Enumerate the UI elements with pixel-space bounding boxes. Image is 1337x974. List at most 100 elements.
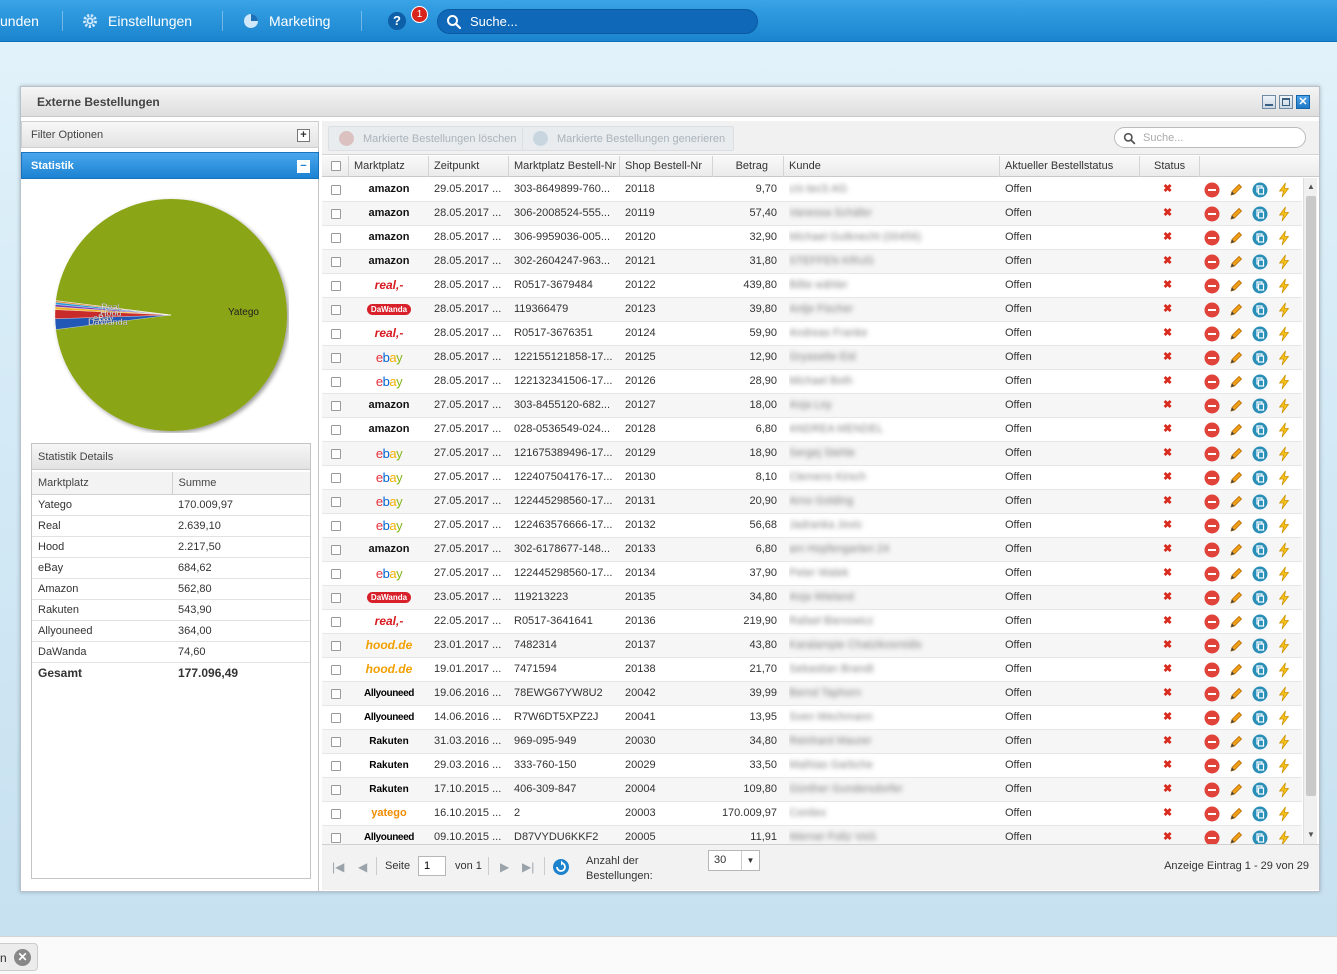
table-row[interactable]: ebay 28.05.2017 ... 122155121858-17... 2012… [322,346,1302,370]
edit-pencil-icon[interactable] [1228,638,1244,654]
copy-order-icon[interactable] [1252,542,1268,558]
delete-order-icon[interactable] [1204,206,1220,222]
copy-order-icon[interactable] [1252,422,1268,438]
copy-order-icon[interactable] [1252,302,1268,318]
edit-pencil-icon[interactable] [1228,590,1244,606]
row-checkbox[interactable] [331,713,341,723]
table-row[interactable]: amazon 27.05.2017 ... 303-8455120-682... 20… [322,394,1302,418]
copy-order-icon[interactable] [1252,806,1268,822]
nav-item-kunden[interactable]: unden [0,0,39,42]
lightning-icon[interactable] [1276,326,1292,342]
delete-order-icon[interactable] [1204,614,1220,630]
row-checkbox[interactable] [331,209,341,219]
row-checkbox[interactable] [331,593,341,603]
copy-order-icon[interactable] [1252,518,1268,534]
delete-order-icon[interactable] [1204,542,1220,558]
edit-pencil-icon[interactable] [1228,686,1244,702]
delete-order-icon[interactable] [1204,758,1220,774]
maximize-button[interactable] [1279,95,1293,109]
copy-order-icon[interactable] [1252,590,1268,606]
copy-order-icon[interactable] [1252,398,1268,414]
row-checkbox[interactable] [331,497,341,507]
row-checkbox[interactable] [331,377,341,387]
delete-order-icon[interactable] [1204,566,1220,582]
copy-order-icon[interactable] [1252,686,1268,702]
lightning-icon[interactable] [1276,350,1292,366]
last-page-icon[interactable]: ▶| [522,860,534,874]
edit-pencil-icon[interactable] [1228,566,1244,582]
row-checkbox[interactable] [331,809,341,819]
delete-order-icon[interactable] [1204,494,1220,510]
edit-pencil-icon[interactable] [1228,374,1244,390]
page-number-input[interactable] [418,856,446,876]
delete-order-icon[interactable] [1204,254,1220,270]
table-row[interactable]: amazon 28.05.2017 ... 302-2604247-963... 20… [322,250,1302,274]
row-checkbox[interactable] [331,185,341,195]
column-header-shop-bestell-nr[interactable]: Shop Bestell-Nr [620,156,713,177]
edit-pencil-icon[interactable] [1228,614,1244,630]
delete-order-icon[interactable] [1204,350,1220,366]
delete-order-icon[interactable] [1204,446,1220,462]
row-checkbox[interactable] [331,281,341,291]
edit-pencil-icon[interactable] [1228,662,1244,678]
expand-icon[interactable]: + [297,129,310,142]
delete-order-icon[interactable] [1204,278,1220,294]
delete-order-icon[interactable] [1204,326,1220,342]
delete-order-icon[interactable] [1204,662,1220,678]
edit-pencil-icon[interactable] [1228,326,1244,342]
table-row[interactable]: Rakuten 17.10.2015 ... 406-309-847 20004 109… [322,778,1302,802]
table-row[interactable]: ebay 28.05.2017 ... 122132341506-17... 2012… [322,370,1302,394]
copy-order-icon[interactable] [1252,470,1268,486]
nav-item-marketing[interactable]: Marketing [243,0,330,42]
delete-selected-orders-button[interactable]: Markierte Bestellungen löschen [328,126,526,151]
order-count-select[interactable]: 30 ▼ [708,850,760,871]
lightning-icon[interactable] [1276,230,1292,246]
copy-order-icon[interactable] [1252,662,1268,678]
lightning-icon[interactable] [1276,710,1292,726]
lightning-icon[interactable] [1276,206,1292,222]
column-header-kunde[interactable]: Kunde [784,156,1000,177]
lightning-icon[interactable] [1276,734,1292,750]
edit-pencil-icon[interactable] [1228,758,1244,774]
delete-order-icon[interactable] [1204,230,1220,246]
orders-search-input[interactable] [1141,130,1291,145]
column-header-bestellstatus[interactable]: Aktueller Bestellstatus [1000,156,1140,177]
delete-order-icon[interactable] [1204,782,1220,798]
minimize-button[interactable] [1262,95,1276,109]
statistik-header[interactable]: Statistik − [21,152,319,179]
delete-order-icon[interactable] [1204,182,1220,198]
lightning-icon[interactable] [1276,782,1292,798]
collapse-icon[interactable]: − [297,160,310,173]
edit-pencil-icon[interactable] [1228,518,1244,534]
table-row[interactable]: amazon 29.05.2017 ... 303-8649899-760... 20… [322,178,1302,202]
lightning-icon[interactable] [1276,446,1292,462]
delete-order-icon[interactable] [1204,374,1220,390]
table-row[interactable]: hood.de 23.01.2017 ... 7482314 20137 43,80 Ka… [322,634,1302,658]
delete-order-icon[interactable] [1204,710,1220,726]
scroll-down-icon[interactable]: ▼ [1307,830,1315,839]
table-row[interactable]: amazon 27.05.2017 ... 028-0536549-024... 20… [322,418,1302,442]
lightning-icon[interactable] [1276,278,1292,294]
row-checkbox[interactable] [331,761,341,771]
row-checkbox[interactable] [331,545,341,555]
lightning-icon[interactable] [1276,518,1292,534]
edit-pencil-icon[interactable] [1228,278,1244,294]
copy-order-icon[interactable] [1252,566,1268,582]
copy-order-icon[interactable] [1252,254,1268,270]
edit-pencil-icon[interactable] [1228,422,1244,438]
lightning-icon[interactable] [1276,398,1292,414]
delete-order-icon[interactable] [1204,398,1220,414]
row-checkbox[interactable] [331,233,341,243]
table-row[interactable]: hood.de 19.01.2017 ... 7471594 20138 21,70 Se… [322,658,1302,682]
edit-pencil-icon[interactable] [1228,302,1244,318]
copy-order-icon[interactable] [1252,206,1268,222]
table-row[interactable]: ebay 27.05.2017 ... 122445298560-17... 2013… [322,562,1302,586]
row-checkbox[interactable] [331,785,341,795]
edit-pencil-icon[interactable] [1228,542,1244,558]
close-window-button[interactable]: ✕ [1296,95,1310,109]
row-checkbox[interactable] [331,569,341,579]
row-checkbox[interactable] [331,473,341,483]
scrollbar-thumb[interactable] [1306,196,1316,796]
copy-order-icon[interactable] [1252,710,1268,726]
table-row[interactable]: Rakuten 31.03.2016 ... 969-095-949 20030 34,… [322,730,1302,754]
